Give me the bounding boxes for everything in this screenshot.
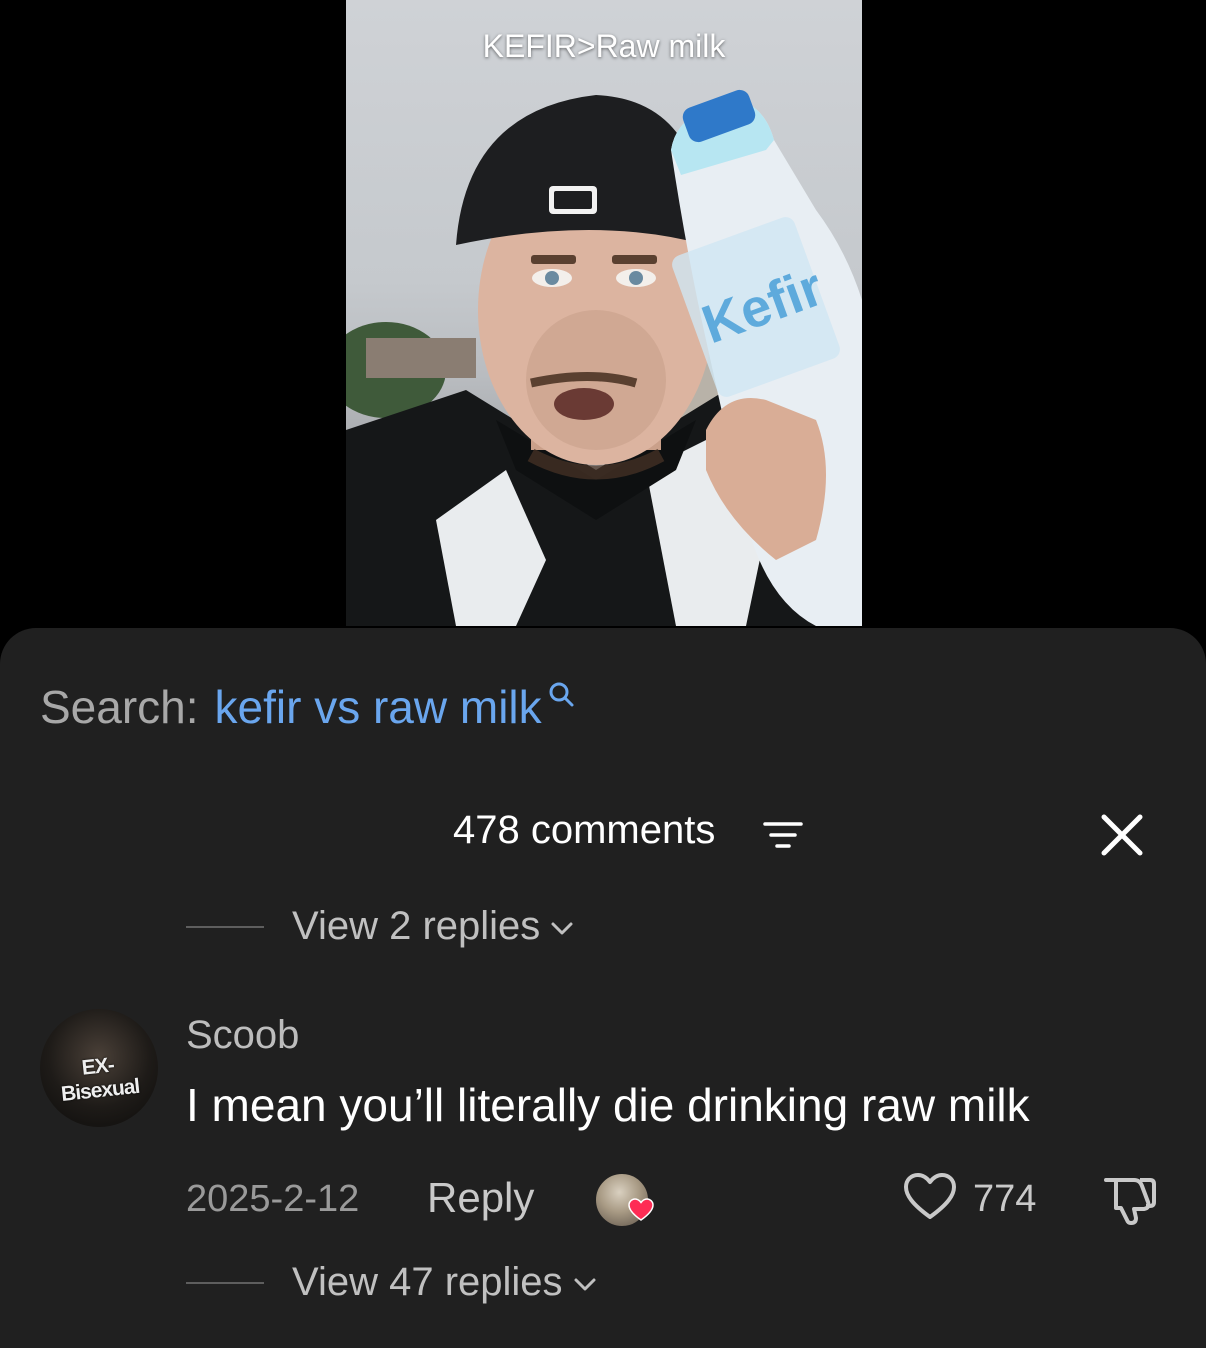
comments-header: 478 comments: [0, 808, 1206, 864]
dislike-icon[interactable]: [1100, 1172, 1158, 1226]
search-icon[interactable]: [546, 680, 576, 710]
chevron-down-icon: [574, 1278, 596, 1290]
view-replies-bottom[interactable]: View 47 replies: [186, 1260, 597, 1305]
heart-badge-icon: [628, 1198, 654, 1221]
view-replies-top[interactable]: View 2 replies: [186, 904, 574, 949]
avatar[interactable]: EX-Bisexual: [40, 1009, 158, 1127]
view-replies-label: View 2 replies: [292, 904, 541, 948]
search-prefix: Search:: [40, 681, 199, 733]
thread-line: [186, 925, 264, 928]
comments-count: 478 comments: [453, 808, 716, 852]
avatar-text: EX-Bisexual: [60, 1053, 141, 1106]
video-caption: KEFIR>Raw milk: [482, 28, 726, 64]
chevron-down-icon: [551, 922, 573, 934]
comment-meta-row: 2025-2-12 Reply 774: [0, 1172, 1206, 1232]
creator-liked-badge: [594, 1172, 656, 1230]
search-suggestion[interactable]: Search: kefir vs raw milk: [40, 680, 576, 734]
comments-sheet: Search: kefir vs raw milk 478 comments V…: [0, 628, 1206, 1348]
filter-icon[interactable]: [763, 818, 803, 852]
comment-username[interactable]: Scoob: [186, 1013, 299, 1058]
video-area[interactable]: Kefir KEFIR>Raw milk: [0, 0, 1206, 640]
thread-line: [186, 1281, 264, 1284]
view-replies-label: View 47 replies: [292, 1260, 563, 1304]
comment-text: I mean you’ll literally die drinking raw…: [186, 1079, 1030, 1131]
search-query-link[interactable]: kefir vs raw milk: [215, 680, 542, 734]
heart-icon[interactable]: [903, 1172, 957, 1222]
video-frame[interactable]: Kefir KEFIR>Raw milk: [346, 0, 862, 626]
reply-button[interactable]: Reply: [427, 1174, 534, 1222]
like-count: 774: [973, 1178, 1037, 1220]
close-icon[interactable]: [1099, 812, 1145, 858]
comment-date: 2025-2-12: [186, 1178, 360, 1220]
